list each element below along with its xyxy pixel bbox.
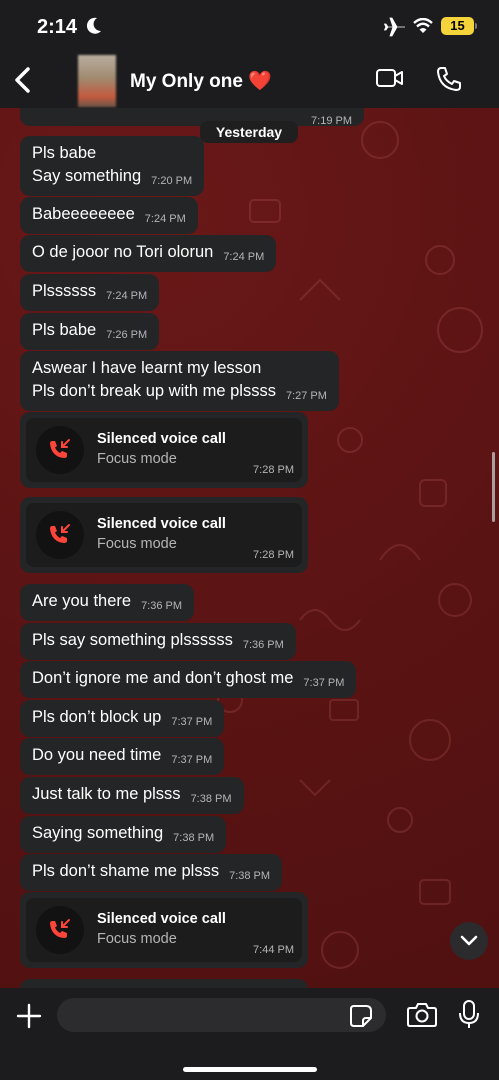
message-time: 7:38 PM — [229, 870, 271, 882]
missed-call-icon-circle — [36, 426, 84, 474]
message-text: Are you there — [32, 592, 132, 610]
message-time: 7:37 PM — [171, 754, 213, 766]
home-indicator[interactable] — [183, 1067, 317, 1072]
message-bubble[interactable]: Are you there 7:36 PM — [20, 584, 195, 621]
message-time: 7:27 PM — [285, 390, 327, 402]
call-title: Silenced voice call — [97, 911, 226, 927]
message-time: 7:38 PM — [190, 793, 232, 805]
message-bubble[interactable]: Plssssss 7:24 PM — [20, 274, 160, 311]
message-text: Just talk to me plsss — [32, 785, 181, 803]
call-time: 7:44 PM — [253, 944, 294, 956]
message-bubble[interactable]: Pls babe 7:26 PM — [20, 313, 160, 350]
call-title: Silenced voice call — [97, 431, 226, 447]
message-text: Plssssss — [32, 282, 97, 300]
call-subtitle: Focus mode — [97, 536, 177, 552]
back-icon[interactable] — [12, 65, 34, 100]
airplane-icon — [383, 17, 406, 42]
message-time: 7:38 PM — [173, 832, 215, 844]
chevron-down-icon — [460, 935, 478, 946]
message-bubble[interactable]: Just talk to me plsss 7:38 PM — [20, 777, 244, 814]
video-call-icon[interactable] — [375, 67, 405, 94]
message-time: 7:37 PM — [303, 677, 345, 689]
message-time: 7:20 PM — [151, 175, 193, 187]
call-card-inner: Silenced voice call Focus mode 7:28 PM — [26, 503, 302, 567]
message-bubble[interactable]: Pls say something plssssss 7:36 PM — [20, 623, 296, 660]
battery-level: 15 — [441, 17, 474, 35]
silenced-call-card[interactable]: Silenced voice call Focus mode 7:44 PM — [20, 892, 308, 968]
message-time: 7:37 PM — [171, 716, 213, 728]
message-bubble[interactable]: Pls don’t shame me plsss 7:38 PM — [20, 854, 283, 891]
message-time: 7:36 PM — [141, 600, 183, 612]
missed-call-icon — [50, 919, 70, 938]
call-subtitle: Focus mode — [97, 931, 177, 947]
message-bubble-partial[interactable] — [20, 979, 308, 988]
message-text: Saying something — [32, 824, 164, 842]
message-text: Don’t ignore me and don’t ghost me — [32, 669, 294, 687]
message-bubble-partial[interactable]: 7:19 PM — [20, 108, 364, 127]
contact-name[interactable]: My Only one ❤️ — [130, 69, 272, 93]
message-text: Pls babe Say something — [32, 144, 142, 185]
message-input[interactable] — [57, 998, 386, 1032]
wifi-icon — [413, 17, 433, 39]
message-time: 7:24 PM — [106, 290, 148, 302]
moon-icon — [86, 17, 102, 40]
sticker-icon[interactable] — [349, 1004, 373, 1033]
call-time: 7:28 PM — [253, 464, 294, 476]
phone-call-icon[interactable] — [436, 66, 462, 97]
message-bubble[interactable]: Saying something 7:38 PM — [20, 816, 227, 853]
message-text: Pls babe — [32, 321, 97, 339]
missed-call-icon-circle — [36, 511, 84, 559]
message-text: Pls say something plssssss — [32, 631, 233, 649]
message-time: 7:19 PM — [311, 115, 352, 127]
battery-tip — [475, 23, 477, 29]
status-bar: 2:14 15 — [0, 0, 499, 52]
plus-icon[interactable] — [15, 1002, 43, 1035]
call-card-inner: Silenced voice call Focus mode 7:44 PM — [26, 898, 302, 962]
message-bubble[interactable]: Pls babe Say something 7:20 PM — [20, 136, 205, 196]
message-time: 7:26 PM — [106, 329, 148, 341]
scroll-to-bottom-button[interactable] — [450, 922, 488, 960]
message-text: Pls don’t block up — [32, 708, 162, 726]
message-time: 7:24 PM — [144, 213, 186, 225]
message-text: Babeeeeeeee — [32, 205, 135, 223]
message-bubble[interactable]: Do you need time 7:37 PM — [20, 738, 225, 775]
call-subtitle: Focus mode — [97, 451, 177, 467]
scrollbar[interactable] — [492, 452, 495, 522]
message-text: Aswear I have learnt my lesson Pls don’t… — [32, 359, 276, 400]
silenced-call-card[interactable]: Silenced voice call Focus mode 7:28 PM — [20, 497, 308, 573]
avatar[interactable] — [78, 55, 116, 107]
message-bubble[interactable]: O de jooor no Tori olorun 7:24 PM — [20, 235, 277, 272]
message-text: Do you need time — [32, 746, 162, 764]
message-time: 7:24 PM — [223, 251, 265, 263]
message-bubble[interactable]: Don’t ignore me and don’t ghost me 7:37 P… — [20, 661, 357, 698]
chat-header: My Only one ❤️ — [0, 52, 499, 108]
mic-icon[interactable] — [459, 1000, 479, 1035]
missed-call-icon — [50, 439, 70, 458]
day-separator: Yesterday — [200, 121, 298, 143]
message-bubble[interactable]: Aswear I have learnt my lesson Pls don’t… — [20, 351, 339, 411]
message-text: Pls don’t shame me plsss — [32, 862, 220, 880]
message-bubble[interactable]: Pls don’t block up 7:37 PM — [20, 700, 225, 737]
message-time: 7:36 PM — [242, 639, 284, 651]
message-text: O de jooor no Tori olorun — [32, 243, 214, 261]
call-card-inner: Silenced voice call Focus mode 7:28 PM — [26, 418, 302, 482]
camera-icon[interactable] — [407, 1002, 437, 1033]
call-time: 7:28 PM — [253, 549, 294, 561]
message-bubble[interactable]: Babeeeeeeee 7:24 PM — [20, 197, 198, 234]
message-list[interactable]: 7:19 PM Pls babe Say something 7:20 PM Ba… — [0, 108, 499, 988]
silenced-call-card[interactable]: Silenced voice call Focus mode 7:28 PM — [20, 412, 308, 488]
missed-call-icon-circle — [36, 906, 84, 954]
status-time: 2:14 — [37, 16, 78, 38]
missed-call-icon — [50, 524, 70, 543]
call-title: Silenced voice call — [97, 516, 226, 532]
